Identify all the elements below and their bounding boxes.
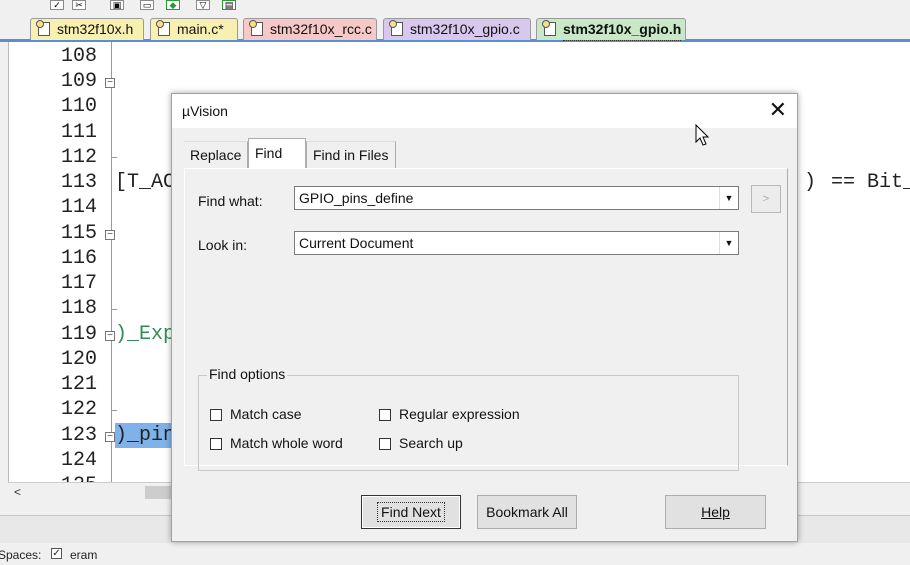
match-whole-word-label: Match whole word <box>230 435 343 451</box>
code-line-113-paren: ) <box>804 171 817 194</box>
find-what-combobox[interactable]: GPIO_pins_define ▼ <box>294 186 739 210</box>
tab-stm32f10x-gpio-c[interactable]: stm32f10x_gpio.c <box>383 18 531 40</box>
file-icon <box>542 20 556 36</box>
spaces-label: Spaces: <box>0 548 42 562</box>
file-icon <box>156 20 170 36</box>
line-number: 122 <box>60 398 97 421</box>
look-in-label: Look in: <box>198 237 248 253</box>
line-number: 117 <box>60 272 97 295</box>
help-button[interactable]: Help <box>665 495 766 529</box>
file-icon <box>389 20 403 36</box>
download-icon[interactable]: ▭ <box>140 0 154 10</box>
line-number: 114 <box>60 196 97 219</box>
find-options-legend: Find options <box>207 366 288 382</box>
status-bar: Spaces: ✓ eram <box>0 543 910 565</box>
tab-main-c[interactable]: main.c* <box>150 18 238 40</box>
line-number: 115 <box>60 222 97 245</box>
regular-expression-label: Regular expression <box>399 406 520 422</box>
fold-line <box>111 42 112 482</box>
tab-label: stm32f10x_rcc.c <box>270 21 372 37</box>
fold-end-tick <box>111 410 117 411</box>
more-button[interactable]: > <box>751 185 781 213</box>
code-line-113-left: [T_AC <box>115 171 176 194</box>
checkbox-icon[interactable] <box>379 438 391 450</box>
fold-toggle-icon[interactable]: − <box>105 432 115 442</box>
tab-label: stm32f10x_gpio.c <box>410 21 520 37</box>
flash-icon[interactable]: ▽ <box>196 0 210 10</box>
match-case-label: Match case <box>230 406 302 422</box>
tools-icon[interactable]: ✂ <box>72 0 86 10</box>
line-number: 109 <box>60 70 97 93</box>
dialog-titlebar: µVision ✕ <box>172 94 797 128</box>
line-number: 110 <box>60 95 97 118</box>
line-number: 113 <box>60 171 97 194</box>
bookmark-all-button[interactable]: Bookmark All <box>477 495 577 529</box>
line-number-gutter: 108 109 110 111 112 113 114 115 116 117 … <box>9 42 119 482</box>
help-label: Help <box>701 504 730 520</box>
file-icon <box>249 20 263 36</box>
checkbox-icon[interactable] <box>210 438 222 450</box>
find-next-button[interactable]: Find Next <box>361 495 461 529</box>
tab-label: stm32f10x.h <box>57 21 134 37</box>
toolbar: ✓ ✂ ▣ ▭ ◆ ▽ ▤ <box>0 0 910 14</box>
tab-find[interactable]: Find <box>248 138 306 169</box>
chevron-down-icon[interactable]: ▼ <box>719 232 738 254</box>
scroll-left-icon[interactable]: < <box>14 485 21 499</box>
line-number: 121 <box>60 373 97 396</box>
line-number: 120 <box>60 348 97 371</box>
tab-stm32f10x-h[interactable]: stm32f10x.h <box>30 18 144 40</box>
fold-toggle-icon[interactable]: − <box>105 78 115 88</box>
mouse-cursor-icon <box>695 124 710 146</box>
look-in-value: Current Document <box>299 235 414 251</box>
tab-stm32f10x-rcc-c[interactable]: stm32f10x_rcc.c <box>243 18 377 40</box>
fold-end-tick <box>111 157 117 158</box>
fold-toggle-icon[interactable]: − <box>105 331 115 341</box>
fold-toggle-icon[interactable]: − <box>105 230 115 240</box>
file-tabs: stm32f10x.h main.c* stm32f10x_rcc.c stm3… <box>0 14 910 42</box>
file-icon <box>36 20 50 36</box>
find-options-group: Find options Match case Match whole word… <box>198 366 739 471</box>
checkbox-icon[interactable]: ✓ <box>50 0 64 10</box>
line-number: 124 <box>60 449 97 472</box>
build-icon[interactable]: ▣ <box>110 0 124 10</box>
eram-label: eram <box>70 548 98 562</box>
code-line-123-selection: )_pin <box>115 423 176 448</box>
find-dialog: µVision ✕ Replace Find Find in Files Fin… <box>171 93 798 542</box>
tab-label: main.c* <box>177 21 224 37</box>
code-line-119: )_Exp <box>115 323 176 346</box>
tab-find-in-files[interactable]: Find in Files <box>306 141 396 168</box>
look-in-combobox[interactable]: Current Document ▼ <box>294 231 739 255</box>
line-number: 112 <box>60 146 97 169</box>
image-icon[interactable]: ▤ <box>222 0 236 10</box>
line-number: 118 <box>60 297 97 320</box>
line-number: 119 <box>60 323 97 346</box>
fold-end-tick <box>111 309 117 310</box>
checkbox-icon[interactable] <box>210 409 222 421</box>
eram-checkbox[interactable]: ✓ <box>51 548 62 559</box>
find-next-label: Find Next <box>377 502 445 522</box>
debug-icon[interactable]: ◆ <box>166 0 180 10</box>
close-icon[interactable]: ✕ <box>769 99 787 121</box>
tab-label: stm32f10x_gpio.h <box>563 19 682 41</box>
tab-replace[interactable]: Replace <box>184 141 248 168</box>
line-number: 108 <box>60 45 97 68</box>
search-up-label: Search up <box>399 435 463 451</box>
dialog-title: µVision <box>182 103 228 119</box>
line-number: 111 <box>60 121 97 144</box>
line-number: 116 <box>60 247 97 270</box>
find-what-value: GPIO_pins_define <box>299 190 414 206</box>
checkbox-icon[interactable] <box>379 409 391 421</box>
bookmark-all-label: Bookmark All <box>486 504 568 520</box>
chevron-down-icon[interactable]: ▼ <box>719 187 738 209</box>
tab-stm32f10x-gpio-h[interactable]: stm32f10x_gpio.h <box>536 18 686 41</box>
code-line-113-right: == Bit_ <box>831 171 910 194</box>
find-what-label: Find what: <box>198 193 263 209</box>
line-number: 125 <box>9 473 97 482</box>
line-number: 123 <box>60 424 97 447</box>
